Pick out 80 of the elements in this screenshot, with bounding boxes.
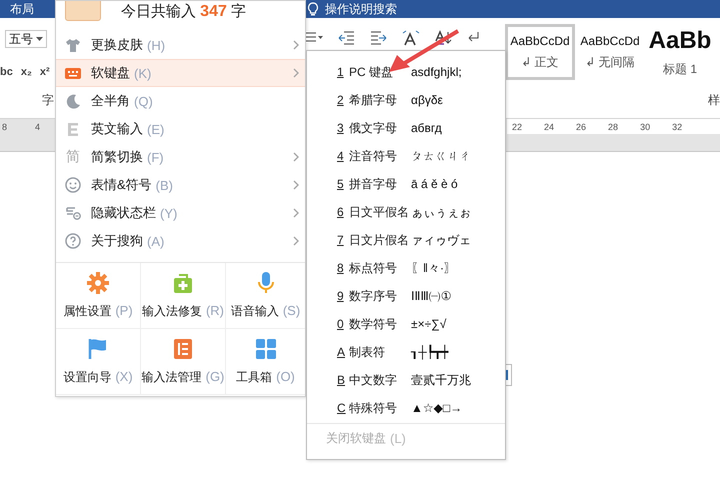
format-button[interactable]: bc [0, 66, 13, 78]
menu-item[interactable]: 5 拼音字母 ā á ě è ó [307, 170, 505, 198]
smiley-icon [65, 177, 81, 193]
style-option[interactable]: AaBbCcDd ↲ 正文 [505, 24, 575, 80]
ruler-number: 22 [512, 122, 522, 132]
tool-button[interactable]: 属性设置 (P) [56, 263, 141, 329]
style-name: ↲ 正文 [521, 54, 559, 70]
menu-item[interactable]: 3 俄文字母 абвгд [307, 114, 505, 142]
format-button[interactable]: x₂ [20, 66, 32, 78]
menu-item[interactable]: 全半角 (Q) [56, 87, 305, 115]
caret-icon [36, 37, 43, 41]
ruler-number: 26 [576, 122, 586, 132]
style-option[interactable]: AaBb 标题 1 [645, 24, 715, 80]
shortcut-hint: (E) [147, 122, 164, 136]
outdent-icon[interactable] [370, 30, 388, 46]
indent-icon[interactable] [338, 30, 356, 46]
group-label: 字 [42, 92, 55, 109]
tool-button[interactable]: 设置向导 (X) [56, 329, 141, 395]
search-hint[interactable]: 操作说明搜索 [325, 0, 397, 18]
ruler-number: 24 [544, 122, 554, 132]
format-button[interactable]: x² [40, 66, 50, 78]
list-icon [171, 337, 195, 361]
shortcut-hint: (Q) [134, 94, 153, 108]
menu-item[interactable]: 4 注音符号 ㄆㄊㄍㄐㄔ [307, 142, 505, 170]
shortcut-hint: (F) [147, 150, 164, 164]
help-icon [65, 233, 81, 249]
menu-item[interactable]: 英文输入 (E) [56, 115, 305, 143]
menu-item[interactable]: 更换皮肤 (H) [56, 31, 305, 59]
ruler-number: 32 [672, 122, 682, 132]
avatar [65, 1, 101, 21]
shortcut-hint: (A) [147, 234, 164, 248]
input-count-text: 今日共输入 347 字 [121, 2, 246, 21]
hide-bar-icon [65, 205, 81, 221]
menu-item[interactable]: C 特殊符号 ▲☆◆□→ [307, 394, 505, 422]
tool-button[interactable]: 工具箱 (O) [226, 329, 305, 395]
menu-item[interactable]: 8 标点符号 〖‖々·〗 [307, 254, 505, 282]
ribbon-tab[interactable]: 布局 [0, 0, 44, 18]
menu-item[interactable]: 7 日文片假名 ァィゥヴェ [307, 226, 505, 254]
menu-item[interactable]: 1 PC 键盘 asdfghjkl; [307, 58, 505, 86]
menu-item[interactable]: 隐藏状态栏 (Y) [56, 199, 305, 227]
letter-e-icon [65, 121, 81, 137]
moon-icon [65, 93, 81, 109]
group-label: 样 [708, 92, 720, 109]
style-name: 标题 1 [662, 60, 697, 78]
font-size-dropdown[interactable]: 五号 [5, 30, 47, 48]
menu-item[interactable]: B 中文数字 壹贰千万兆 [307, 366, 505, 394]
menu-item[interactable]: 简 简繁切换 (F) [56, 143, 305, 171]
first-aid-kit-icon [171, 271, 195, 295]
ruler-number: 28 [608, 122, 618, 132]
ruler-number: 8 [2, 122, 8, 132]
ruler-number: 30 [640, 122, 650, 132]
style-option[interactable]: AaBbCcDd ↲ 无间隔 [575, 24, 645, 80]
tool-button[interactable]: 语音输入 (S) [226, 263, 305, 329]
ruler-number: 4 [35, 122, 40, 132]
menu-item[interactable]: 6 日文平假名 ぁぃぅぇぉ [307, 198, 505, 226]
lightbulb-icon [307, 2, 319, 16]
shortcut-hint: (H) [147, 38, 166, 52]
style-preview: AaBb [648, 26, 712, 54]
text-spacing-icon[interactable] [402, 30, 420, 46]
menu-item[interactable]: 表情&符号 (B) [56, 171, 305, 199]
tool-button[interactable]: 输入法管理 (G) [141, 329, 226, 395]
shirt-icon [65, 37, 81, 53]
menu-item[interactable]: 2 希腊字母 αβγδε [307, 86, 505, 114]
style-preview: AaBbCcDd [580, 34, 640, 48]
simplified-icon: 简 [66, 148, 80, 166]
tool-button[interactable]: 输入法修复 (R) [141, 263, 226, 329]
shortcut-hint: (K) [134, 66, 152, 80]
shortcut-hint: (Y) [160, 206, 178, 220]
menu-item[interactable]: 软键盘 (K) [56, 59, 305, 87]
shortcut-hint: (B) [156, 178, 174, 192]
menu-item[interactable]: A 制表符 ┒┼┡┳┿ [307, 338, 505, 366]
gear-icon [86, 271, 110, 295]
style-name: ↲ 无间隔 [585, 54, 635, 70]
menu-item[interactable]: 0 数学符号 ±×÷∑√ [307, 310, 505, 338]
menu-item[interactable]: 9 数字序号 ⅠⅡⅢ㈠① [307, 282, 505, 310]
keyboard-icon [65, 65, 81, 81]
grid-icon [254, 337, 278, 361]
sort-icon[interactable] [434, 30, 452, 46]
style-preview: AaBbCcDd [510, 34, 570, 48]
menu-item[interactable]: 关于搜狗 (A) [56, 227, 305, 255]
